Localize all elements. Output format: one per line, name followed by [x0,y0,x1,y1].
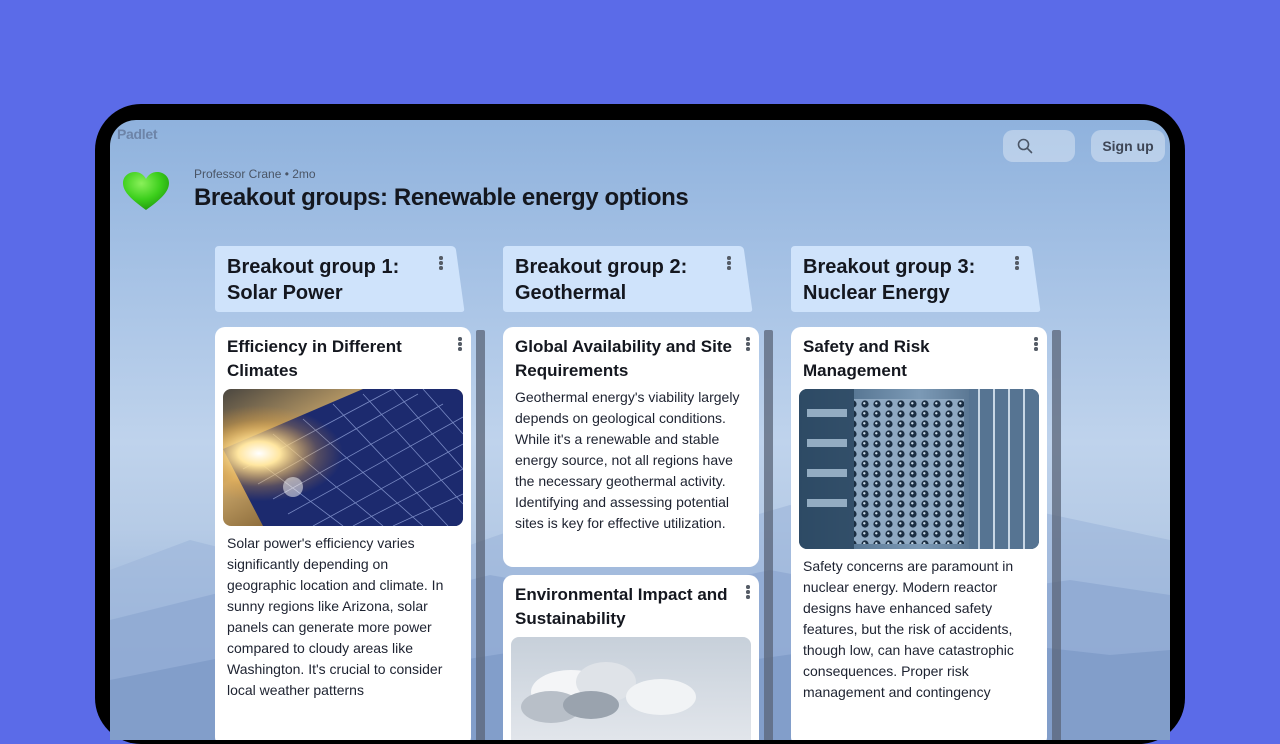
search-icon [1017,138,1033,154]
post-card[interactable]: Efficiency in Different Climates Solar p… [215,327,471,740]
column-scrollbar[interactable] [476,330,485,740]
post-body: Solar power's efficiency varies signific… [227,535,444,698]
padlet-board: Padlet Sign up Professor Crane • 2mo Bre… [110,120,1170,740]
author-meta: Professor Crane • 2mo [194,167,316,181]
column-header-3[interactable]: Breakout group 3: Nuclear Energy [791,246,1041,312]
column-title: Breakout group 2: Geothermal [515,256,688,304]
search-button[interactable] [1003,130,1075,162]
post-body: Safety concerns are paramount in nuclear… [803,558,1014,700]
green-heart-icon [123,172,169,210]
post-menu-icon[interactable] [1034,337,1038,352]
solar-panels-photo[interactable] [223,389,463,526]
padlet-logo[interactable]: Padlet [117,126,158,142]
post-menu-icon[interactable] [746,337,750,352]
post-title: Global Availability and Site Requirement… [515,337,732,380]
post-title: Environmental Impact and Sustainability [515,585,728,628]
sign-up-button[interactable]: Sign up [1091,130,1165,162]
steam-plant-photo[interactable] [511,637,751,740]
post-card[interactable]: Environmental Impact and Sustainability [503,575,759,740]
column-menu-icon[interactable] [439,256,443,271]
column-title: Breakout group 1: Solar Power [227,256,400,304]
post-body: Geothermal energy's viability largely de… [515,389,740,531]
post-card[interactable]: Safety and Risk Management Safety concer… [791,327,1047,740]
column-title: Breakout group 3: Nuclear Energy [803,256,976,304]
column-scrollbar[interactable] [1052,330,1061,740]
post-title: Safety and Risk Management [803,337,930,380]
column-header-1[interactable]: Breakout group 1: Solar Power [215,246,465,312]
board-title: Breakout groups: Renewable energy option… [194,184,689,211]
column-scrollbar[interactable] [764,330,773,740]
nuclear-fuel-rods-photo[interactable] [799,389,1039,549]
post-menu-icon[interactable] [746,585,750,600]
post-card[interactable]: Global Availability and Site Requirement… [503,327,759,567]
column-menu-icon[interactable] [1015,256,1019,271]
post-menu-icon[interactable] [458,337,462,352]
post-title: Efficiency in Different Climates [227,337,402,380]
column-header-2[interactable]: Breakout group 2: Geothermal [503,246,753,312]
column-menu-icon[interactable] [727,256,731,271]
